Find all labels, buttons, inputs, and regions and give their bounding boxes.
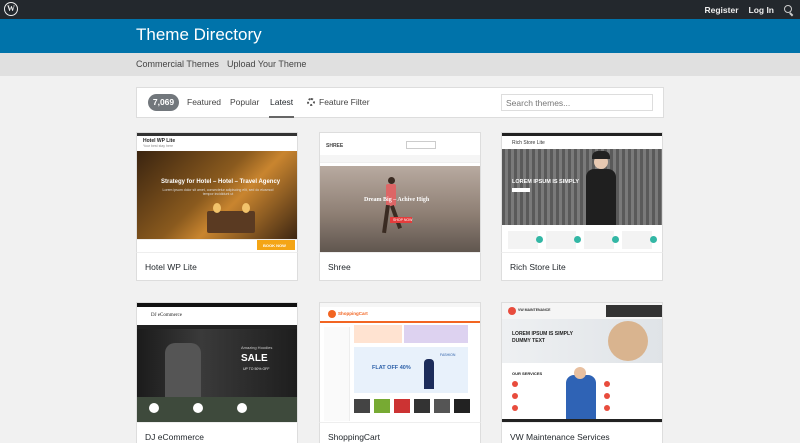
theme-card-vw-maintenance-services[interactable]: VW MAINTENANCE LOREM IPSUM IS SIMPLY DUM… [501, 302, 663, 423]
screenshot-kicker: Amazing Hoodies [241, 345, 273, 350]
search-input[interactable] [501, 94, 653, 111]
screenshot-logo: ShoppingCart [338, 311, 368, 316]
screenshot-logo: VW MAINTENANCE [518, 308, 551, 312]
tab-popular[interactable]: Popular [230, 97, 259, 107]
screenshot-body: Lorem ipsum dolor sit amet, consectetur … [162, 188, 274, 196]
theme-card-footer: VW Maintenance Services [501, 422, 663, 443]
theme-card-footer: DJ eCommerce [136, 422, 298, 443]
theme-card-footer: Hotel WP Lite [136, 252, 298, 281]
theme-card-footer: Rich Store Lite [501, 252, 663, 281]
theme-name[interactable]: DJ eCommerce [145, 432, 204, 442]
theme-card-footer: ShoppingCart [319, 422, 481, 443]
commercial-themes-link[interactable]: Commercial Themes [136, 59, 219, 69]
upload-theme-link[interactable]: Upload Your Theme [227, 59, 306, 69]
theme-name[interactable]: Shree [328, 262, 351, 272]
filter-bar: 7,069 Featured Popular Latest Feature Fi… [136, 87, 664, 118]
theme-card-dj-ecommerce[interactable]: DJ eCommerce Amazing Hoodies SALE UP TO … [136, 302, 298, 423]
register-link[interactable]: Register [704, 5, 738, 15]
sub-navigation: Commercial Themes Upload Your Theme [0, 53, 800, 76]
theme-name[interactable]: Rich Store Lite [510, 262, 566, 272]
login-link[interactable]: Log In [749, 5, 775, 15]
screenshot-logo: Rich Store Lite [512, 140, 545, 146]
screenshot-promo: FLAT OFF 40% [372, 365, 411, 371]
screenshot-logo: SHREE [326, 143, 344, 149]
theme-name[interactable]: Hotel WP Lite [145, 262, 197, 272]
screenshot-headline: Strategy for Hotel – Hotel – Travel Agen… [161, 179, 281, 185]
theme-screenshot[interactable]: SHREE Dream Big – Achive High SHOP NOW [320, 133, 480, 252]
theme-card-rich-store-lite[interactable]: Rich Store Lite LOREM IPSUM IS SIMPLY [501, 132, 663, 253]
theme-name[interactable]: VW Maintenance Services [510, 432, 610, 442]
theme-name[interactable]: ShoppingCart [328, 432, 380, 442]
tab-featured[interactable]: Featured [187, 97, 221, 107]
screenshot-headline: SALE [241, 353, 268, 364]
theme-screenshot[interactable]: ShoppingCart FLAT OFF 40% FASHION [320, 303, 480, 422]
site-header: Theme Directory [0, 19, 800, 53]
gear-icon[interactable] [307, 98, 315, 106]
admin-bar: W Register Log In [0, 0, 800, 19]
screenshot-sub: UP TO 50% OFF [243, 367, 270, 371]
screenshot-tag: FASHION [440, 353, 456, 357]
screenshot-tagline: Your best stay here [143, 144, 174, 148]
tab-latest[interactable]: Latest [268, 97, 295, 118]
screenshot-cta: BOOK NOW [263, 243, 286, 248]
theme-screenshot[interactable]: DJ eCommerce Amazing Hoodies SALE UP TO … [137, 303, 297, 422]
page-title[interactable]: Theme Directory [136, 25, 262, 45]
theme-screenshot[interactable]: Rich Store Lite LOREM IPSUM IS SIMPLY [502, 133, 662, 252]
screenshot-cta: SHOP NOW [393, 218, 413, 222]
feature-filter-button[interactable]: Feature Filter [319, 97, 370, 107]
admin-bar-actions: Register Log In [704, 0, 794, 19]
screenshot-headline: LOREM IPSUM IS SIMPLY DUMMY TEXT [512, 331, 573, 344]
theme-card-shree[interactable]: SHREE Dream Big – Achive High SHOP NOW [319, 132, 481, 253]
screenshot-section: OUR SERVICES [512, 371, 543, 376]
theme-screenshot[interactable]: Hotel WP Lite Your best stay here Strate… [137, 133, 297, 252]
theme-card-shoppingcart[interactable]: ShoppingCart FLAT OFF 40% FASHION [319, 302, 481, 423]
search-icon[interactable] [784, 4, 794, 15]
screenshot-headline: LOREM IPSUM IS SIMPLY [512, 179, 580, 185]
theme-card-footer: Shree [319, 252, 481, 281]
screenshot-logo: DJ eCommerce [151, 313, 182, 318]
theme-count-badge: 7,069 [148, 94, 179, 111]
wordpress-logo-icon[interactable]: W [4, 2, 18, 16]
theme-screenshot[interactable]: VW MAINTENANCE LOREM IPSUM IS SIMPLY DUM… [502, 303, 662, 422]
theme-card-hotel-wp-lite[interactable]: Hotel WP Lite Your best stay here Strate… [136, 132, 298, 253]
screenshot-headline: Dream Big – Achive High [364, 197, 430, 203]
